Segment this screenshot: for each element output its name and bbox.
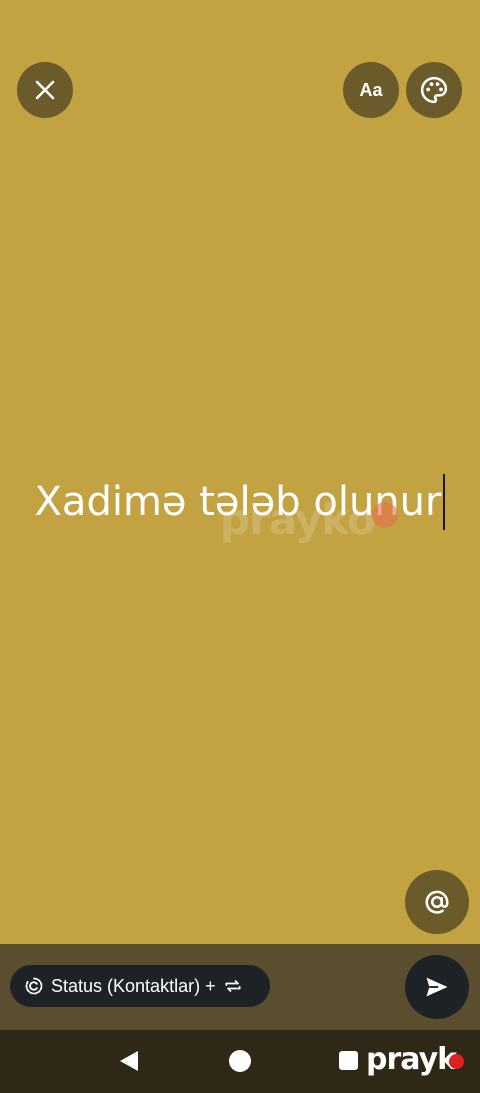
brand-logo: prayk (366, 1042, 457, 1077)
send-icon (426, 977, 448, 997)
text-cursor (443, 474, 446, 530)
back-triangle-icon (120, 1051, 138, 1071)
nav-home-button[interactable] (229, 1050, 251, 1072)
send-button[interactable] (405, 955, 469, 1019)
status-footer: Status (Kontaktlar) + (0, 944, 480, 1030)
font-style-icon: Aa (359, 79, 383, 100)
nav-recents-button[interactable] (339, 1051, 358, 1070)
audience-selector[interactable]: Status (Kontaktlar) + (10, 965, 270, 1007)
font-style-button[interactable]: Aa (343, 62, 399, 118)
mention-button[interactable] (405, 870, 469, 934)
watermark-dot (372, 502, 398, 528)
color-palette-button[interactable] (406, 62, 462, 118)
audience-label: Status (Kontaktlar) + (51, 975, 216, 996)
at-sign-icon (425, 890, 449, 914)
watermark: prayko (220, 495, 376, 544)
palette-icon (420, 76, 448, 104)
status-composer: Aa Xadimə tələb olunur prayko (0, 0, 480, 944)
status-audience-icon (24, 976, 44, 996)
nav-back-button[interactable] (118, 1050, 140, 1077)
close-icon (35, 80, 55, 100)
brand-logo-dot (449, 1054, 464, 1069)
swap-icon (223, 976, 243, 996)
close-button[interactable] (17, 62, 73, 118)
system-navigation-bar: prayk (0, 1030, 480, 1093)
